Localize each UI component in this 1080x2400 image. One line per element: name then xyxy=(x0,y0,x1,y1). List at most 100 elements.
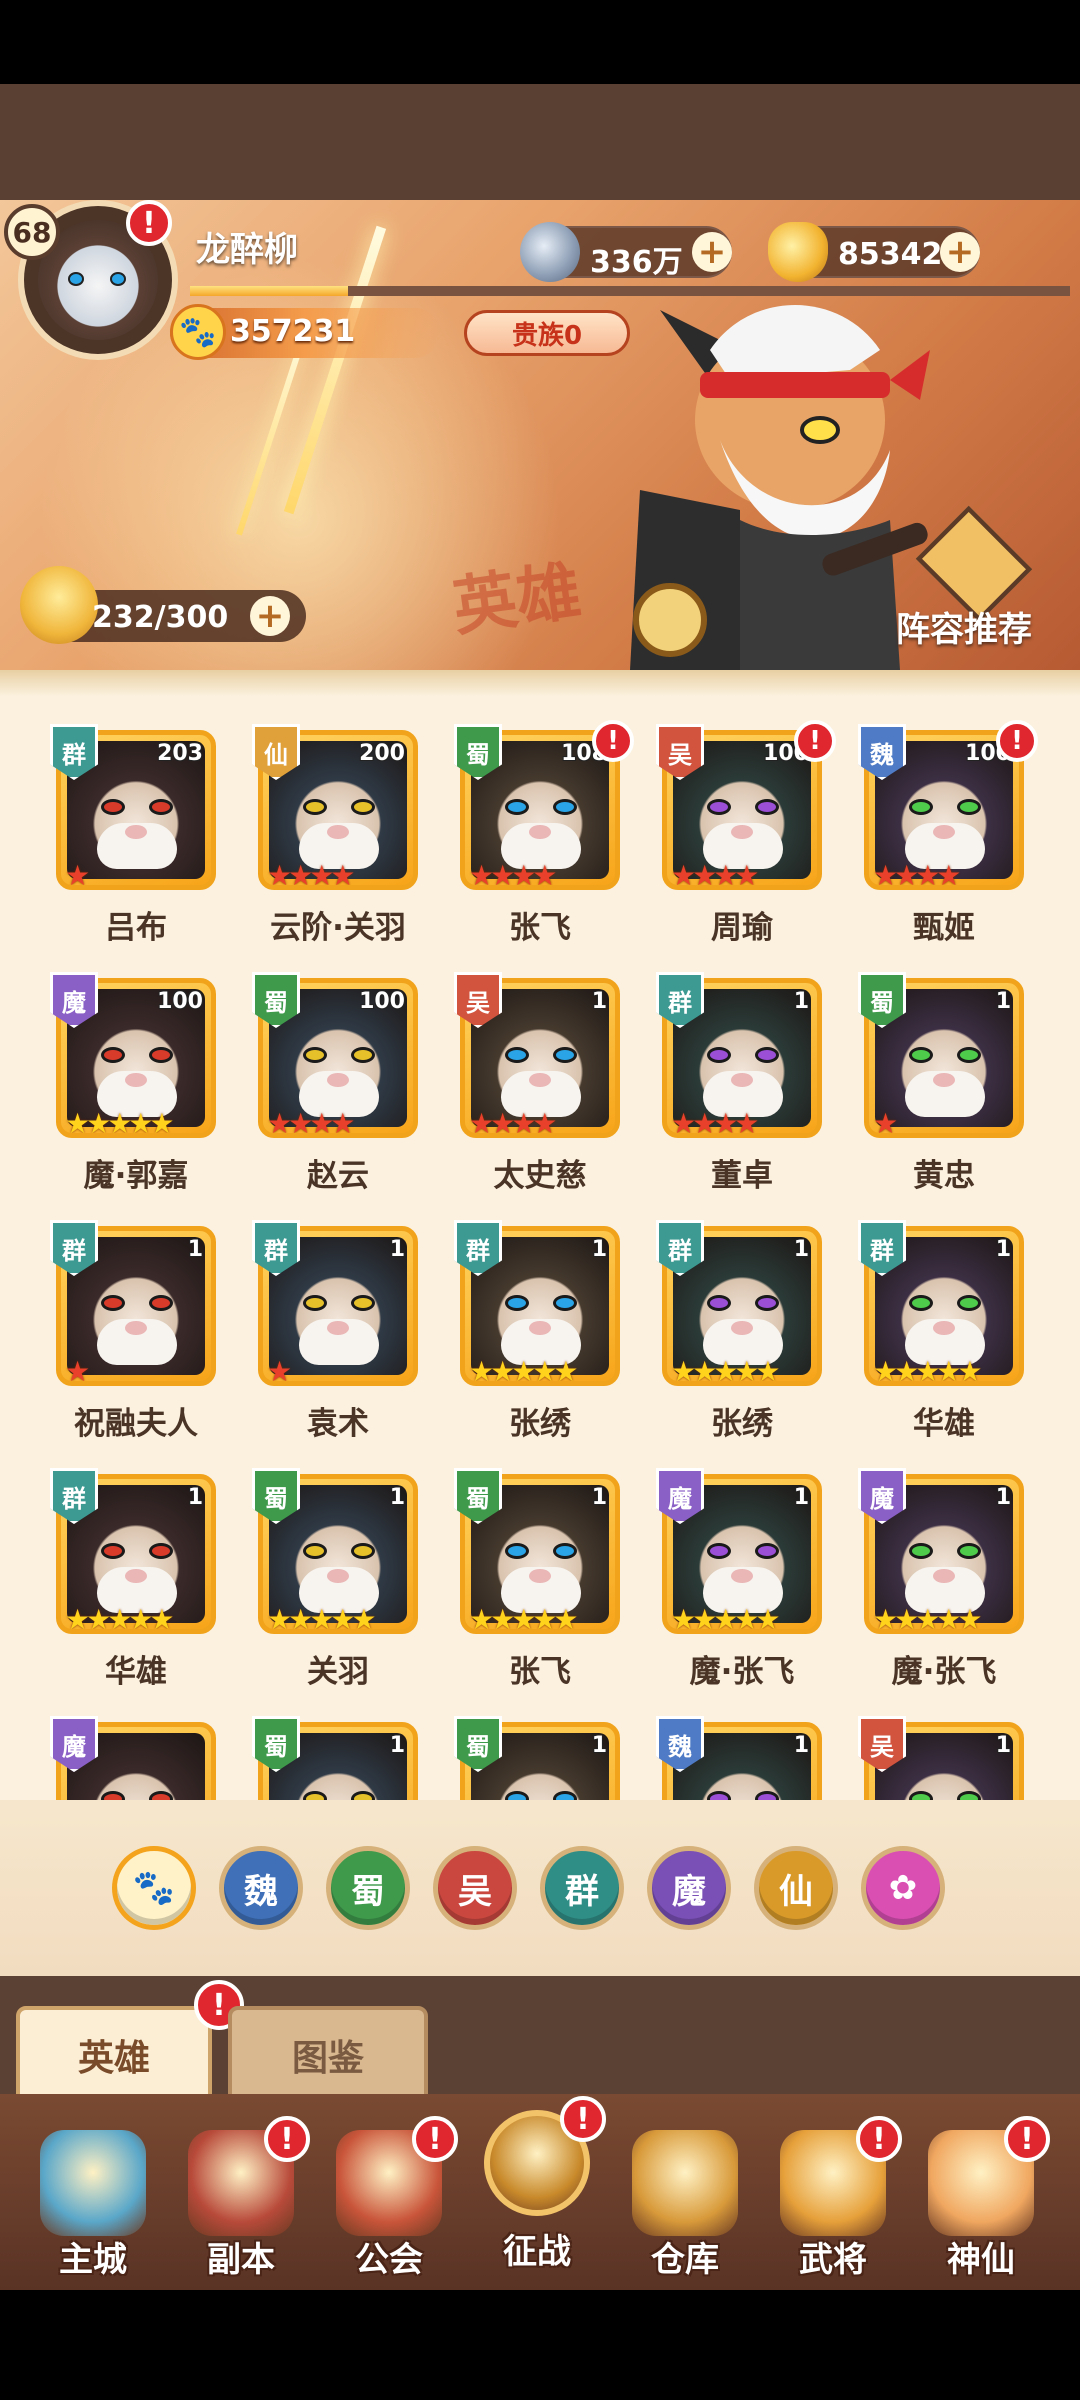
hero-eye xyxy=(553,1047,577,1063)
hero-card[interactable]: 1 ★★★★★ 蜀张飞 xyxy=(454,1468,620,1690)
hero-alert-icon: ! xyxy=(592,720,634,762)
hero-eye xyxy=(553,1543,577,1559)
castle-icon xyxy=(40,2130,146,2236)
hero-card[interactable]: 1 ★★★★★ 群张绣 xyxy=(454,1220,620,1442)
coin-value: 336万 xyxy=(590,245,683,280)
hero-eye xyxy=(755,1791,779,1800)
hero-name: 周瑜 xyxy=(711,910,773,946)
tab-codex[interactable]: 图鉴 xyxy=(228,2006,428,2104)
hero-card[interactable]: 100 ★★★★ 魏! 甄姬 xyxy=(858,720,1038,946)
nav-sword[interactable]: 副本! xyxy=(176,2116,310,2290)
hero-nose xyxy=(933,825,955,839)
hero-level: 1 xyxy=(793,1237,809,1262)
hero-eye xyxy=(351,1295,375,1311)
tab-heroes[interactable]: 英雄 xyxy=(16,2006,212,2104)
filter-faction-button[interactable]: 群 xyxy=(540,1846,624,1930)
noble-badge[interactable]: 贵族0 xyxy=(464,310,630,356)
hero-card[interactable]: 100 ★★★★ 蜀赵云 xyxy=(252,972,418,1194)
filter-faction-button[interactable]: 蜀 xyxy=(326,1846,410,1930)
hero-eye xyxy=(957,799,981,815)
hero-card[interactable]: 魔 xyxy=(50,1716,216,1800)
hero-level: 1 xyxy=(591,989,607,1014)
hero-name: 魔·郭嘉 xyxy=(83,1158,189,1194)
hero-eye xyxy=(101,1295,125,1311)
hero-card[interactable]: 1蜀 xyxy=(454,1716,620,1800)
filter-special-swirl-icon[interactable]: ✿ xyxy=(861,1846,945,1930)
hero-nose xyxy=(125,1569,147,1583)
filter-faction-button[interactable]: 仙 xyxy=(754,1846,838,1930)
hero-stars: ★ xyxy=(873,1107,898,1138)
hero-eye xyxy=(505,1295,529,1311)
silver-coin-icon xyxy=(520,222,580,282)
hero-card[interactable]: 108 ★★★★ 蜀! 张飞 xyxy=(454,720,634,946)
hero-card[interactable]: 1 ★ 群袁术 xyxy=(252,1220,418,1442)
hero-name: 黄忠 xyxy=(913,1158,975,1194)
hero-eye xyxy=(755,1047,779,1063)
hero-name: 华雄 xyxy=(105,1654,167,1690)
hero-stars: ★ xyxy=(267,1355,292,1386)
hero-name: 云阶·关羽 xyxy=(270,910,406,946)
filter-faction-button[interactable]: 魏 xyxy=(219,1846,303,1930)
hero-eye xyxy=(351,1543,375,1559)
hero-card[interactable]: 1 ★★★★ 群董卓 xyxy=(656,972,822,1194)
hero-eye xyxy=(351,1047,375,1063)
hero-name: 魔·张飞 xyxy=(689,1654,795,1690)
hero-eye xyxy=(957,1047,981,1063)
hero-alert-icon: ! xyxy=(996,720,1038,762)
hero-eye xyxy=(755,1543,779,1559)
filter-faction-button[interactable]: 魔 xyxy=(647,1846,731,1930)
hero-eye xyxy=(553,1791,577,1800)
add-stamina-button[interactable]: + xyxy=(250,596,290,636)
hero-level: 1 xyxy=(389,1237,405,1262)
hero-card[interactable]: 1吴 xyxy=(858,1716,1024,1800)
hero-card[interactable]: 100 ★★★★★ 魔魔·郭嘉 xyxy=(50,972,216,1194)
hero-card[interactable]: 1 ★ 蜀黄忠 xyxy=(858,972,1024,1194)
hero-nose xyxy=(731,1073,753,1087)
hero-level: 203 xyxy=(157,741,203,766)
hero-card[interactable]: 1 ★★★★ 吴太史慈 xyxy=(454,972,620,1194)
hero-card[interactable]: 1 ★★★★★ 群张绣 xyxy=(656,1220,822,1442)
top-band xyxy=(0,84,1080,200)
hero-card[interactable]: 1蜀 xyxy=(252,1716,418,1800)
hero-card[interactable]: 1魏 xyxy=(656,1716,822,1800)
nav-cat-general[interactable]: 武将! xyxy=(768,2116,902,2290)
hero-stars: ★★★★ xyxy=(671,859,759,890)
filter-all-paw-icon[interactable]: 🐾 xyxy=(112,1846,196,1930)
hero-eye xyxy=(707,1543,731,1559)
filter-faction-button[interactable]: 吴 xyxy=(433,1846,517,1930)
nav-bag[interactable]: 仓库 xyxy=(620,2120,750,2290)
hero-nose xyxy=(327,1073,349,1087)
hero-name: 张绣 xyxy=(509,1406,571,1442)
hero-level: 1 xyxy=(591,1733,607,1758)
hero-level: 1 xyxy=(995,989,1011,1014)
hero-card[interactable]: 1 ★★★★★ 魔魔·张飞 xyxy=(656,1468,822,1690)
hero-card[interactable]: 1 ★★★★★ 魔魔·张飞 xyxy=(858,1468,1024,1690)
hero-eye xyxy=(707,1791,731,1800)
hero-card[interactable]: 200 ★★★★ 仙云阶·关羽 xyxy=(252,724,418,946)
hero-stars: ★★★★ xyxy=(469,1107,557,1138)
add-gold-button[interactable]: + xyxy=(940,232,980,272)
hero-card[interactable]: 203 ★ 群吕布 xyxy=(50,724,216,946)
hero-card[interactable]: 1 ★★★★★ 群华雄 xyxy=(50,1468,216,1690)
hero-stars: ★★★★★ xyxy=(873,1603,982,1634)
hero-stars: ★★★★★ xyxy=(267,1603,376,1634)
nav-alert-icon: ! xyxy=(264,2116,310,2162)
nav-battle-gate[interactable]: 征战! xyxy=(472,2096,606,2272)
hero-nose xyxy=(125,1321,147,1335)
nav-cat-immortal[interactable]: 神仙! xyxy=(916,2116,1050,2290)
avatar-eye xyxy=(110,272,126,286)
nav-label: 神仙 xyxy=(947,2240,1015,2280)
avatar-alert-icon: ! xyxy=(126,200,172,246)
hero-nose xyxy=(731,825,753,839)
hero-eye xyxy=(909,1543,933,1559)
lineup-recommend-button[interactable]: 阵容推荐 xyxy=(896,602,1032,651)
nav-castle[interactable]: 主城 xyxy=(28,2120,158,2290)
hero-card[interactable]: 100 ★★★★ 吴! 周瑜 xyxy=(656,720,836,946)
hero-eye xyxy=(957,1295,981,1311)
hero-name: 张飞 xyxy=(509,910,571,946)
hero-card[interactable]: 1 ★★★★★ 群华雄 xyxy=(858,1220,1024,1442)
nav-flag[interactable]: 公会! xyxy=(324,2116,458,2290)
hero-card[interactable]: 1 ★★★★★ 蜀关羽 xyxy=(252,1468,418,1690)
add-coin-button[interactable]: + xyxy=(692,232,732,272)
hero-card[interactable]: 1 ★ 群祝融夫人 xyxy=(50,1220,216,1442)
